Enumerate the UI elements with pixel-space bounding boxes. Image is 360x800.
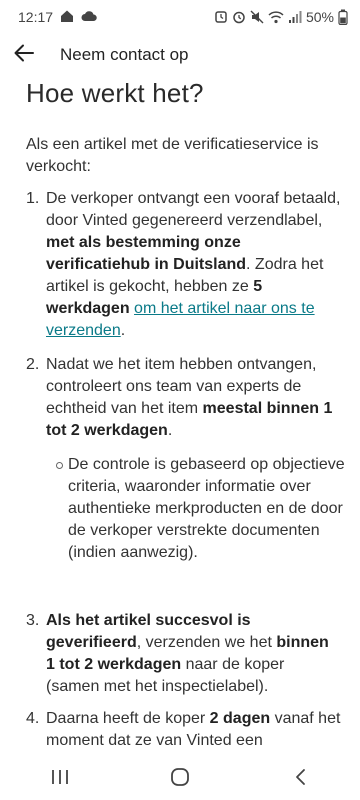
recent-apps-icon — [51, 769, 69, 790]
step-text: De verkoper ontvangt een vooraf betaald,… — [46, 190, 341, 339]
bullet-circle-icon — [56, 454, 68, 564]
step-number: 3. — [26, 612, 40, 629]
status-time: 12:17 — [18, 9, 54, 25]
wifi-icon — [268, 10, 284, 24]
step-2: 2. Nadat we het item hebben ontvangen, c… — [26, 354, 346, 442]
home-button[interactable] — [150, 758, 210, 800]
step-text: Nadat we het item hebben ontvangen, cont… — [46, 356, 333, 439]
status-left: 12:17 — [18, 9, 97, 26]
alarm-icon — [214, 10, 228, 24]
signal-icon — [288, 10, 302, 24]
back-button[interactable] — [2, 34, 46, 76]
step-text: Als het artikel succesvol is geverifieer… — [46, 612, 329, 695]
article-intro: Als een artikel met de verificatieservic… — [26, 136, 319, 175]
page-title: Neem contact op — [60, 45, 189, 64]
status-right: 50% — [214, 9, 348, 25]
recent-apps-button[interactable] — [30, 758, 90, 800]
step-number: 1. — [26, 190, 40, 207]
step-text: Daarna heeft de koper 2 dagen vanaf het … — [46, 710, 341, 749]
step-1: 1. De verkoper ontvangt een vooraf betaa… — [26, 188, 346, 342]
arrow-left-icon — [14, 44, 34, 67]
battery-level: 50% — [305, 9, 334, 25]
step-2-bullet: De controle is gebaseerd op objectieve c… — [56, 454, 346, 564]
step-number: 2. — [26, 356, 40, 373]
home-notification-icon — [60, 9, 74, 26]
help-article[interactable]: Hoe werkt het? Als een artikel met de ve… — [0, 76, 360, 758]
mute-icon — [250, 10, 264, 24]
step-3: 3. Als het artikel succesvol is geverifi… — [26, 610, 346, 698]
chevron-left-icon — [294, 768, 306, 791]
step-number: 4. — [26, 710, 40, 727]
clock-alarm-icon — [232, 10, 246, 24]
article-heading: Hoe werkt het? — [26, 78, 204, 108]
system-back-button[interactable] — [270, 758, 330, 800]
status-bar: 12:17 50% — [0, 0, 360, 34]
bullet-text: De controle is gebaseerd op objectieve c… — [68, 456, 345, 561]
home-circle-icon — [170, 767, 190, 792]
system-nav-bar — [0, 758, 360, 800]
app-bar: Neem contact op — [0, 34, 360, 76]
battery-icon — [338, 9, 348, 25]
step-4: 4. Daarna heeft de koper 2 dagen vanaf h… — [26, 708, 346, 752]
cloud-notification-icon — [81, 9, 97, 26]
